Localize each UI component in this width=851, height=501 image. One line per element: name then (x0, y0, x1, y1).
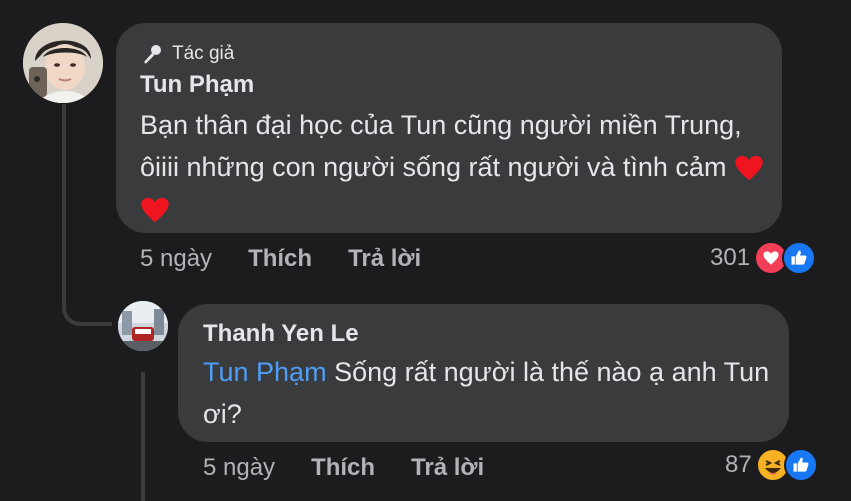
mention-link[interactable]: Tun Phạm (203, 357, 327, 387)
like-button[interactable]: Thích (248, 245, 312, 273)
reaction-count: 301 (710, 244, 751, 271)
reply-button[interactable]: Trả lời (348, 245, 421, 273)
comment-reactions[interactable]: 301 (710, 241, 817, 275)
heart-emoji-icon (141, 197, 169, 223)
thread-connector (62, 298, 112, 326)
heart-emoji-icon (735, 155, 763, 181)
thread-line (62, 104, 66, 304)
avatar[interactable] (23, 23, 103, 103)
comment-time[interactable]: 5 ngày (140, 245, 212, 273)
avatar[interactable] (118, 301, 168, 351)
reply-time[interactable]: 5 ngày (203, 454, 275, 482)
author-badge: Tác giả (140, 42, 234, 66)
reply-reactions[interactable]: 87 (725, 448, 818, 482)
reply-text: Tun Phạm Sống rất người là thế nào ạ anh… (203, 351, 773, 435)
comment-text: Bạn thân đại học của Tun cũng người miền… (140, 104, 770, 230)
like-icon (783, 448, 818, 482)
comment-actions: 5 ngày Thích Trả lời (140, 245, 421, 273)
reply-actions: 5 ngày Thích Trả lời (203, 454, 484, 482)
reply-author-name[interactable]: Thanh Yen Le (203, 320, 359, 348)
like-button[interactable]: Thích (311, 454, 375, 482)
comment-body: Bạn thân đại học của Tun cũng người miền… (140, 110, 742, 182)
microphone-icon (144, 45, 161, 64)
reply-thread-line (141, 372, 145, 501)
reply-button[interactable]: Trả lời (411, 454, 484, 482)
comment-author-name[interactable]: Tun Phạm (140, 71, 254, 99)
author-badge-label: Tác giả (172, 43, 235, 64)
reaction-count: 87 (725, 451, 752, 478)
like-icon (782, 241, 817, 275)
